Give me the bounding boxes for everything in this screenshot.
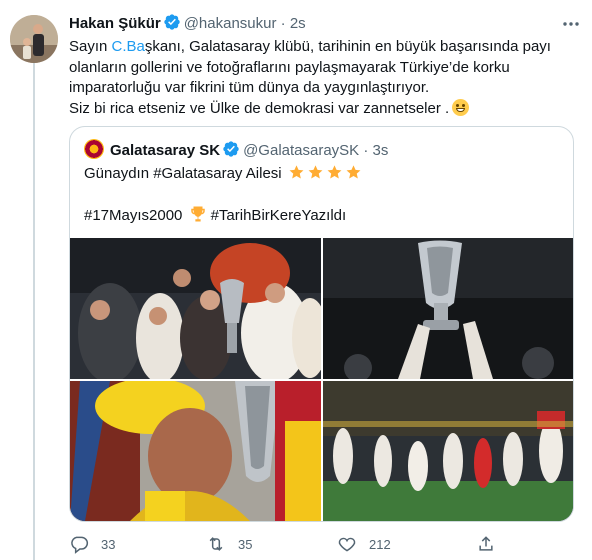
tweet-text-segment: Siz bi rica etseniz ve Ülke de demokrasi… xyxy=(69,99,450,117)
share-button[interactable] xyxy=(476,532,496,556)
quote-text-line: Günaydın #Galatasaray Ailesi xyxy=(84,164,362,184)
verified-badge-icon xyxy=(164,14,180,30)
tweet-text-line: olanların gollerini ve fotoğraflarını pa… xyxy=(69,58,510,76)
quote-text-line: #17Mayıs2000 #TarihBirKereYazıldı xyxy=(84,205,346,226)
like-button[interactable]: 212 xyxy=(337,532,391,556)
tweet-text-line: imparatorluğu var fikrini tüm dünya da y… xyxy=(69,79,430,96)
like-icon xyxy=(338,537,356,552)
retweet-count: 35 xyxy=(238,536,253,552)
quote-author-avatar[interactable] xyxy=(84,139,104,159)
mention-link[interactable]: C.Ba xyxy=(112,38,145,55)
tweet-text: Sayın C.Başkanı, Galatasaray klübü, tari… xyxy=(69,37,579,119)
like-count: 212 xyxy=(369,536,391,552)
star-emoji-icon xyxy=(289,165,304,179)
photo-3[interactable] xyxy=(70,381,321,521)
quote-author-handle[interactable]: @GalatasaraySK xyxy=(243,142,359,159)
quote-author-name[interactable]: Galatasaray SK xyxy=(110,142,220,159)
author-name[interactable]: Hakan Şükür xyxy=(69,15,161,32)
reply-icon xyxy=(71,536,89,554)
quoted-tweet[interactable]: Galatasaray SK @GalatasaraySK · 3s Günayd… xyxy=(69,126,574,522)
star-emoji-icon xyxy=(327,165,342,179)
author-handle[interactable]: @hakansukur xyxy=(184,15,277,32)
hashtag-link[interactable]: #TarihBirKereYazıldı xyxy=(211,207,347,224)
tweet-text-line: Sayın C.Başkanı, Galatasaray klübü, tari… xyxy=(69,37,579,58)
share-icon xyxy=(479,536,493,551)
tweet-text-segment: şkanı, Galatasaray klübü, tarihinin en b… xyxy=(144,38,551,55)
trophy-emoji-icon xyxy=(190,206,205,222)
star-emoji-icon xyxy=(308,165,323,179)
photo-1[interactable] xyxy=(70,238,321,379)
quote-time[interactable]: 3s xyxy=(373,142,389,159)
star-emoji-icon xyxy=(346,165,361,179)
tweet-text-segment: Sayın xyxy=(69,38,112,55)
photo-2[interactable] xyxy=(323,238,573,379)
tweet-text-line: Siz bi rica etseniz ve Ülke de demokrasi… xyxy=(69,98,579,120)
tweet-header: Hakan Şükür @hakansukur · 2s xyxy=(69,13,306,34)
quote-header: Galatasaray SK @GalatasaraySK · 3s xyxy=(84,139,388,161)
photo-4[interactable] xyxy=(323,381,573,521)
photo-grid xyxy=(70,238,573,521)
reply-count: 33 xyxy=(101,536,116,552)
verified-badge-icon xyxy=(223,141,239,157)
thread-line xyxy=(33,62,35,560)
tweet-actions: 33 35 212 xyxy=(69,532,579,556)
separator-dot: · xyxy=(276,15,290,32)
retweet-button[interactable]: 35 xyxy=(206,532,252,556)
hashtag-link[interactable]: #17Mayıs2000 xyxy=(84,207,182,224)
author-avatar[interactable] xyxy=(10,15,58,63)
grinning-emoji-icon xyxy=(452,98,470,116)
more-options-icon[interactable] xyxy=(561,17,581,31)
tweet-time[interactable]: 2s xyxy=(290,15,306,32)
retweet-icon xyxy=(209,537,223,551)
reply-button[interactable]: 33 xyxy=(69,532,115,556)
quote-text-segment: Günaydın #Galatasaray Ailesi xyxy=(84,165,282,182)
separator-dot: · xyxy=(359,142,373,159)
